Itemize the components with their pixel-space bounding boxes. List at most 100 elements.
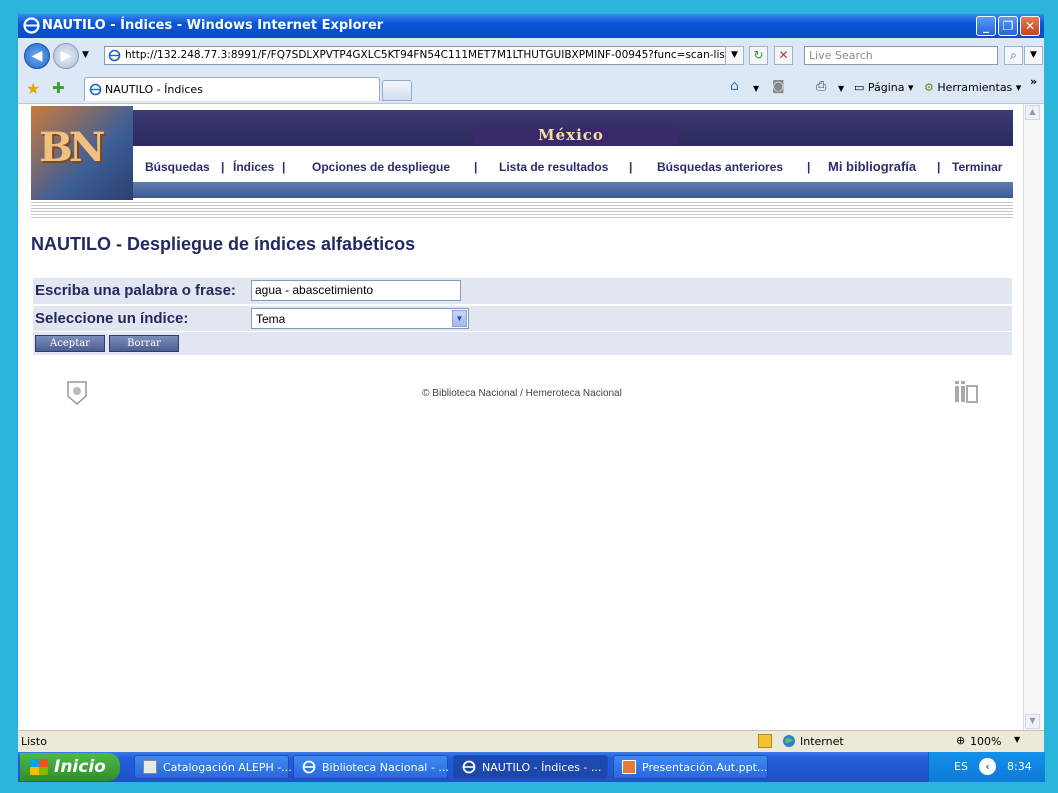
copyright-text: © Biblioteca Nacional / Hemeroteca Nacio… xyxy=(422,388,622,399)
zoom-level[interactable]: 100% xyxy=(970,735,1001,748)
footer: © Biblioteca Nacional / Hemeroteca Nacio… xyxy=(21,381,1023,406)
refresh-button[interactable]: ↻ xyxy=(749,46,768,65)
chevron-down-icon[interactable]: ▼ xyxy=(452,310,467,327)
taskbar-item-nautilo[interactable]: NAUTILO - Índices - ... xyxy=(453,755,608,779)
status-bar: Listo Internet ⊕ 100% ▼ xyxy=(18,730,1044,753)
taskbar-item-biblioteca[interactable]: Biblioteca Nacional - ... xyxy=(293,755,449,779)
menu-separator: | xyxy=(629,160,633,174)
language-indicator[interactable]: ES xyxy=(954,760,968,773)
taskbar-item-label: NAUTILO - Índices - ... xyxy=(482,761,602,774)
tab-nautilo[interactable]: NAUTILO - Índices xyxy=(84,77,380,101)
banner-top: México xyxy=(133,110,1013,146)
menu-separator: | xyxy=(221,160,225,174)
close-button[interactable]: ✕ xyxy=(1020,16,1040,36)
banner-bottom xyxy=(133,182,1013,198)
start-button[interactable]: Inicio xyxy=(20,753,120,781)
unam-seal-icon xyxy=(67,381,87,406)
menu-separator: | xyxy=(282,160,286,174)
taskbar-item-catalogacion[interactable]: Catalogación ALEPH -... xyxy=(134,755,292,779)
ie-icon xyxy=(462,760,476,774)
address-toolbar: ◀ ▶ ▼ http://132.248.77.3:8991/F/FQ7SDLX… xyxy=(18,38,1044,76)
print-icon[interactable]: ⎙ xyxy=(816,79,826,94)
menu-busquedas[interactable]: Búsquedas xyxy=(145,160,210,174)
menu-separator: | xyxy=(474,160,478,174)
new-tab-button[interactable] xyxy=(382,80,412,101)
menu-mi-bibliografia[interactable]: Mi bibliografía xyxy=(828,159,916,174)
index-label: Seleccione un índice: xyxy=(35,310,189,327)
scroll-down-icon[interactable]: ▼ xyxy=(1025,714,1040,729)
taskbar-item-presentacion[interactable]: Presentación.Aut.ppt... xyxy=(613,755,768,779)
globe-icon xyxy=(783,735,795,747)
back-button[interactable]: ◀ xyxy=(24,43,50,69)
history-dropdown-icon[interactable]: ▼ xyxy=(82,50,89,60)
page-menu[interactable]: ▭ Página ▾ xyxy=(854,81,914,94)
site-banner: BN México Búsquedas | Índices | Opciones… xyxy=(31,106,1013,202)
tab-bar: ★ ✚ NAUTILO - Índices ⌂ ▼ ◙ ⎙ ▼ ▭ Página… xyxy=(18,75,1044,104)
page-menu-label: Página xyxy=(867,81,905,94)
zoom-icon[interactable]: ⊕ xyxy=(956,734,965,747)
page-title: NAUTILO - Despliegue de índices alfabéti… xyxy=(31,234,416,254)
toolbar-overflow-icon[interactable]: » xyxy=(1030,75,1037,88)
browser-window: NAUTILO - Índices - Windows Internet Exp… xyxy=(18,14,1044,753)
taskbar-item-label: Biblioteca Nacional - ... xyxy=(322,761,449,774)
home-dropdown-icon[interactable]: ▼ xyxy=(753,84,759,93)
menu-lista-resultados[interactable]: Lista de resultados xyxy=(499,160,608,174)
zone-text: Internet xyxy=(800,735,844,748)
menu-indices[interactable]: Índices xyxy=(233,160,274,174)
tools-menu-label: Herramientas xyxy=(937,81,1013,94)
tools-menu[interactable]: ⚙ Herramientas ▾ xyxy=(924,81,1021,94)
search-go-button[interactable]: ⌕ xyxy=(1004,46,1023,65)
tab-label: NAUTILO - Índices xyxy=(105,83,203,96)
search-options-icon[interactable]: ▼ xyxy=(1024,46,1043,65)
menu-terminar[interactable]: Terminar xyxy=(952,160,1002,174)
live-search-input[interactable]: Live Search xyxy=(804,46,998,65)
menu-separator: | xyxy=(937,160,941,174)
address-bar[interactable]: http://132.248.77.3:8991/F/FQ7SDLXPVTP4G… xyxy=(104,46,744,65)
window-title: NAUTILO - Índices - Windows Internet Exp… xyxy=(42,18,384,33)
index-select[interactable]: Tema ▼ xyxy=(251,308,469,329)
phrase-row: Escriba una palabra o frase: agua - abas… xyxy=(33,278,1012,304)
phrase-label: Escriba una palabra o frase: xyxy=(35,282,236,299)
ie-icon xyxy=(302,760,316,774)
index-select-value: Tema xyxy=(256,312,286,326)
stop-button[interactable]: ✕ xyxy=(774,46,793,65)
phrase-input[interactable]: agua - abascetimiento xyxy=(251,280,461,301)
iib-logo-icon xyxy=(955,381,978,403)
main-menu: Búsquedas | Índices | Opciones de despli… xyxy=(133,146,1013,182)
add-favorite-icon[interactable]: ✚ xyxy=(52,79,65,97)
gear-icon: ⚙ xyxy=(924,81,938,94)
feeds-icon[interactable]: ◙ xyxy=(772,79,785,94)
popup-blocked-icon[interactable] xyxy=(758,734,772,748)
forward-button[interactable]: ▶ xyxy=(53,43,79,69)
maximize-button[interactable]: ❐ xyxy=(998,16,1018,36)
title-bar: NAUTILO - Índices - Windows Internet Exp… xyxy=(18,14,1044,38)
print-dropdown-icon[interactable]: ▼ xyxy=(838,84,844,93)
page-content: BN México Búsquedas | Índices | Opciones… xyxy=(21,104,1023,730)
vertical-scrollbar[interactable]: ▲ ▼ xyxy=(1023,104,1042,730)
url-dropdown-icon[interactable]: ▼ xyxy=(725,46,744,65)
scroll-up-icon[interactable]: ▲ xyxy=(1025,105,1040,120)
document-icon xyxy=(143,760,157,774)
clear-button[interactable]: Borrar xyxy=(109,335,179,352)
page-icon xyxy=(108,49,121,62)
divider-stripes xyxy=(31,200,1013,220)
bn-logo-text: BN xyxy=(39,124,105,171)
country-label: México xyxy=(538,126,604,144)
minimize-button[interactable]: _ xyxy=(976,16,996,36)
powerpoint-icon xyxy=(622,760,636,774)
taskbar-item-label: Presentación.Aut.ppt... xyxy=(642,761,768,774)
menu-busquedas-anteriores[interactable]: Búsquedas anteriores xyxy=(657,160,783,174)
clock: 8:34 xyxy=(1007,760,1032,773)
home-icon[interactable]: ⌂ xyxy=(730,78,739,94)
tab-ie-icon xyxy=(89,83,102,96)
accept-button[interactable]: Aceptar xyxy=(35,335,105,352)
ie-logo-icon xyxy=(23,17,40,34)
menu-opciones-despliegue[interactable]: Opciones de despliegue xyxy=(312,160,450,174)
zoom-dropdown-icon[interactable]: ▼ xyxy=(1014,735,1020,744)
favorites-star-icon[interactable]: ★ xyxy=(26,79,40,98)
taskbar-item-label: Catalogación ALEPH -... xyxy=(163,761,292,774)
taskbar: Inicio Catalogación ALEPH -... Bibliotec… xyxy=(18,752,1045,782)
page-menu-icon: ▭ xyxy=(854,81,868,94)
bn-logo: BN xyxy=(31,106,133,200)
chevron-left-icon[interactable]: ‹ xyxy=(979,758,996,775)
